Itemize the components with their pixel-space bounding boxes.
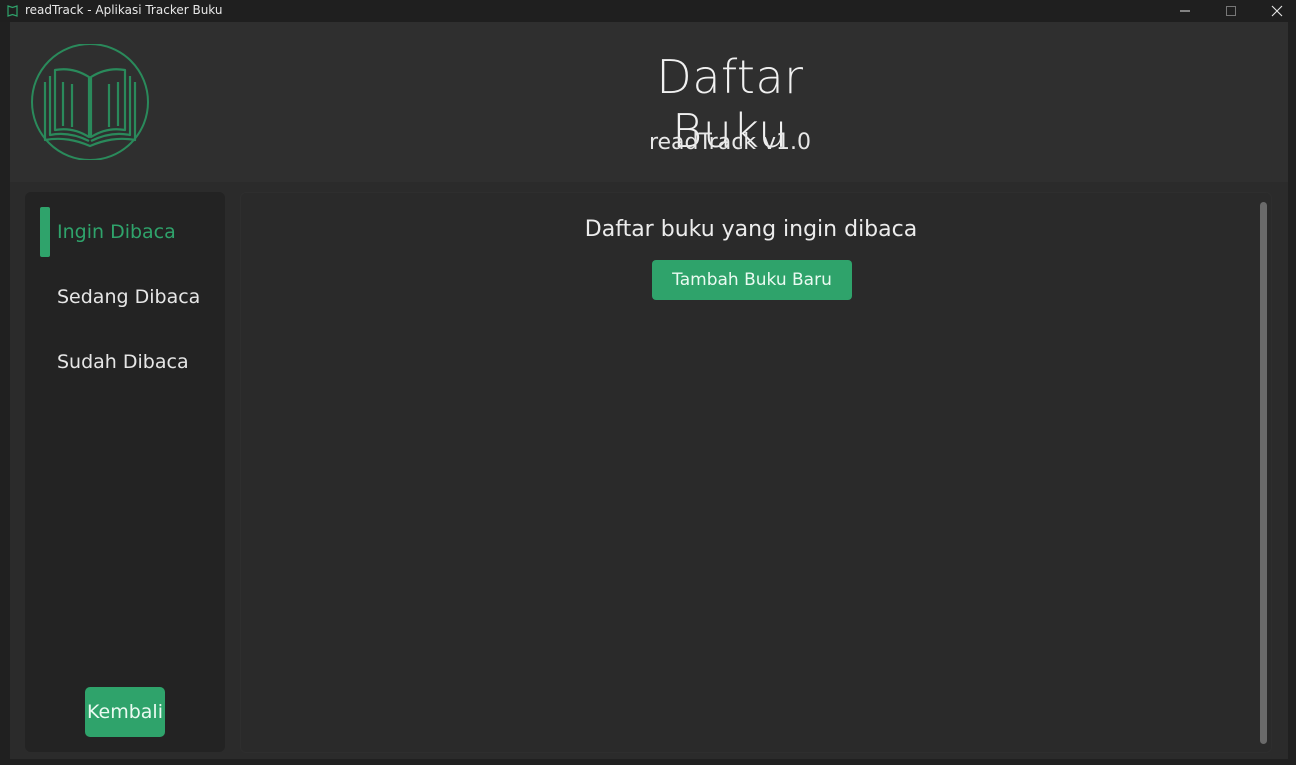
- sidebar-item-label: Sedang Dibaca: [57, 286, 201, 308]
- add-book-button[interactable]: Tambah Buku Baru: [652, 260, 852, 300]
- maximize-icon: [1226, 6, 1236, 16]
- header: Daftar Buku readTrack v1.0: [10, 22, 1288, 182]
- app-window: Daftar Buku readTrack v1.0 Ingin Dibaca …: [10, 22, 1288, 759]
- maximize-button[interactable]: [1208, 0, 1254, 22]
- app-version: readTrack v1.0: [648, 130, 812, 155]
- sidebar-item-label: Ingin Dibaca: [57, 221, 176, 243]
- app-icon: [7, 5, 18, 17]
- sidebar-item-sudah-dibaca[interactable]: Sudah Dibaca: [40, 337, 210, 387]
- sidebar-item-sedang-dibaca[interactable]: Sedang Dibaca: [40, 272, 210, 322]
- sidebar-item-label: Sudah Dibaca: [57, 351, 189, 373]
- minimize-icon: [1180, 10, 1190, 12]
- sidebar: Ingin Dibaca Sedang Dibaca Sudah Dibaca …: [25, 192, 225, 752]
- sidebar-item-ingin-dibaca[interactable]: Ingin Dibaca: [40, 207, 210, 257]
- active-indicator: [40, 207, 50, 257]
- back-button[interactable]: Kembali: [85, 687, 165, 737]
- close-button[interactable]: [1254, 0, 1296, 22]
- open-book-icon: [31, 44, 149, 160]
- minimize-button[interactable]: [1162, 0, 1208, 22]
- main-panel: Daftar buku yang ingin dibaca Tambah Buk…: [240, 192, 1272, 753]
- section-title: Daftar buku yang ingin dibaca: [584, 217, 918, 242]
- window-title: readTrack - Aplikasi Tracker Buku: [25, 3, 223, 17]
- close-icon: [1271, 5, 1283, 17]
- title-bar: readTrack - Aplikasi Tracker Buku: [0, 0, 1296, 22]
- scrollbar[interactable]: [1260, 202, 1267, 744]
